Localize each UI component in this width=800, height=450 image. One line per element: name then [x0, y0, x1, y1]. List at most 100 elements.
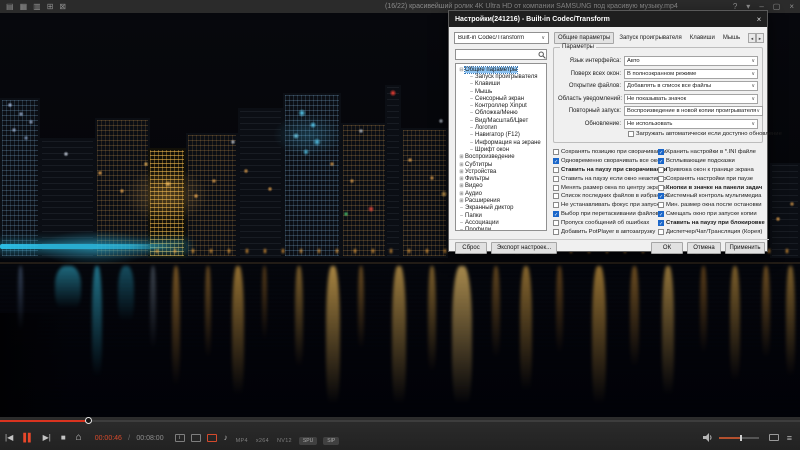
tree-item[interactable]: –Мышь [456, 88, 546, 95]
tree-item[interactable]: –Экранный диктор [456, 205, 546, 212]
layout-icon[interactable]: ⊞ [47, 0, 54, 13]
video-toggle-icon[interactable] [191, 434, 201, 442]
option-checkbox[interactable]: Добавить PotPlayer в автозагрузку [553, 227, 658, 236]
tab-scroll-right-icon[interactable]: ► [756, 33, 764, 43]
parameter-dropdown[interactable]: В полноэкранном режиме∨ [624, 69, 758, 79]
status-badge[interactable]: SPU [299, 437, 317, 445]
building [283, 93, 341, 258]
option-checkbox[interactable]: Мин. размер окна после остановки [658, 201, 763, 210]
search-input[interactable] [456, 50, 538, 59]
tree-item[interactable]: ⊟Общие параметры [456, 66, 546, 73]
tree-item[interactable]: –Навигатор (F12) [456, 132, 546, 139]
option-checkbox[interactable]: ✓Всплывающие подсказки [658, 157, 763, 166]
option-checkbox[interactable]: Сохранять настройки при паузе [658, 174, 763, 183]
tree-search[interactable] [455, 49, 547, 60]
preset-dropdown[interactable]: Built-in Codec/Transform ∨ [454, 32, 549, 44]
option-checkbox[interactable]: Ставить на паузу при сворачивании [553, 166, 658, 175]
tree-item[interactable]: ⊞Расширения [456, 197, 546, 204]
parameter-dropdown[interactable]: Не показывать значок∨ [624, 94, 758, 104]
option-checkbox[interactable]: ✓Смещать окно при запуске копии [658, 210, 763, 219]
seek-track[interactable] [0, 420, 800, 422]
option-checkbox[interactable]: Не устанавливать фокус при запуске [553, 201, 658, 210]
capture-icon[interactable]: ⊠ [59, 0, 66, 13]
screen-mode-icon[interactable]: ▥ [33, 0, 41, 13]
parameter-dropdown[interactable]: Воспроизведение в новой копии проигрыват… [624, 106, 763, 116]
record-toggle-icon[interactable] [207, 434, 217, 442]
apply-button[interactable]: Применить [725, 242, 765, 254]
tree-item[interactable]: ⊞Субтитры [456, 161, 546, 168]
volume-slider[interactable] [719, 437, 759, 439]
settings-tab[interactable]: Клавиши [687, 33, 718, 43]
seek-bar[interactable] [0, 417, 800, 425]
volume-thumb[interactable] [740, 435, 742, 441]
tree-item[interactable]: –Логотип [456, 124, 546, 131]
stop-button[interactable]: ■ [61, 433, 66, 443]
parameter-dropdown[interactable]: Авто∨ [624, 56, 758, 66]
tree-item-label: Воспроизведение [465, 154, 515, 160]
playlist-icon[interactable]: ≡ [787, 433, 792, 443]
option-checkbox[interactable]: ✓Одновременно сворачивать все окна [553, 157, 658, 166]
tree-dash-icon: – [468, 140, 475, 146]
audio-icon[interactable]: ♪ [224, 433, 228, 442]
skin-select-icon[interactable]: ▦ [20, 0, 28, 13]
speaker-icon[interactable] [703, 433, 713, 442]
option-checkbox[interactable]: Менять размер окна по центру экрана [553, 183, 658, 192]
building [401, 128, 448, 258]
option-checkbox[interactable]: Кнопки в значке на панели задач [658, 183, 763, 192]
parameter-dropdown[interactable]: Не использовать∨ [624, 119, 758, 129]
tree-item[interactable]: –Запуск проигрывателя [456, 73, 546, 80]
tree-item[interactable]: ⊞Фильтры [456, 175, 546, 182]
tree-item[interactable]: –Клавиши [456, 81, 546, 88]
tree-item[interactable]: ⊞Воспроизведение [456, 154, 546, 161]
option-checkbox[interactable]: Диспетчер/Чат/Трансляция (Корея) [658, 227, 763, 236]
next-button[interactable]: ▶| [43, 433, 51, 443]
cancel-button[interactable]: Отмена [687, 242, 721, 254]
option-checkbox[interactable]: Список последних файлов в избранное [553, 192, 658, 201]
close-button-icon[interactable]: × [789, 0, 794, 13]
light-reflection [700, 266, 707, 361]
expand-icon: ⊞ [458, 191, 465, 197]
dialog-title-bar[interactable]: Настройки(241216) - Built-in Codec/Trans… [449, 11, 767, 27]
option-checkbox[interactable]: ✓Системный контроль мультимедиа [658, 192, 763, 201]
maximize-button-icon[interactable]: ▢ [773, 0, 781, 13]
settings-tab[interactable]: Мышь [720, 33, 743, 43]
update-auto-checkbox[interactable]: Загружать автоматически если доступно об… [628, 130, 782, 139]
option-checkbox[interactable]: Пропуск сообщений об ошибках [553, 218, 658, 227]
option-checkbox[interactable]: ✓Хранить настройки в *.INI файле [658, 148, 763, 157]
parameter-dropdown[interactable]: Добавлять в список все файлы∨ [624, 81, 758, 91]
option-checkbox[interactable]: Сохранять позицию при сворачивании [553, 148, 658, 157]
checkbox-label: Загружать автоматически если доступно об… [636, 131, 782, 137]
option-checkbox[interactable]: Ставить на паузу если окно неактивно [553, 174, 658, 183]
app-menu-icon[interactable]: ▤ [6, 0, 14, 13]
tree-item[interactable]: –Вид/Масштаб/Цвет [456, 117, 546, 124]
tree-item[interactable]: –Информация на экране [456, 139, 546, 146]
dialog-close-icon[interactable]: × [751, 15, 767, 24]
ok-button[interactable]: ОК [651, 242, 683, 254]
tree-item[interactable]: ⊞Аудио [456, 190, 546, 197]
tree-item[interactable]: –Профили [456, 227, 546, 231]
open-button[interactable]: ⌂ [76, 433, 82, 443]
reset-button[interactable]: Сброс [455, 242, 487, 254]
tree-item[interactable]: –Папки [456, 212, 546, 219]
tree-item[interactable]: –Сенсорный экран [456, 95, 546, 102]
option-checkbox[interactable]: ✓Ставить на паузу при блокировке [658, 218, 763, 227]
settings-tab[interactable]: Общие параметры [554, 32, 614, 44]
tree-item[interactable]: –Ассоциации [456, 219, 546, 226]
tree-item[interactable]: –Обложка/Меню [456, 110, 546, 117]
info-toggle-icon[interactable]: i [175, 434, 185, 442]
previous-button[interactable]: |◀ [5, 433, 13, 443]
screen-control-icon[interactable] [769, 434, 779, 441]
option-checkbox[interactable]: ✓Выбор при перетаскивании файлов [553, 210, 658, 219]
tree-item[interactable]: ⊞Устройства [456, 168, 546, 175]
tree-item[interactable]: –Шрифт окон [456, 146, 546, 153]
pause-button[interactable]: ▌▌ [23, 433, 32, 443]
seek-thumb[interactable] [85, 417, 92, 424]
tree-item[interactable]: –Контроллер Xinput [456, 102, 546, 109]
tab-scroll-left-icon[interactable]: ◄ [748, 33, 756, 43]
status-badge[interactable]: SIP [323, 437, 339, 445]
option-checkbox[interactable]: Привязка окон к границе экрана [658, 166, 763, 175]
tree-dash-icon: – [458, 220, 465, 226]
tree-item[interactable]: ⊞Видео [456, 183, 546, 190]
export-settings-button[interactable]: Экспорт настроек... [491, 242, 557, 254]
settings-tab[interactable]: Запуск проигрывателя [616, 33, 684, 43]
